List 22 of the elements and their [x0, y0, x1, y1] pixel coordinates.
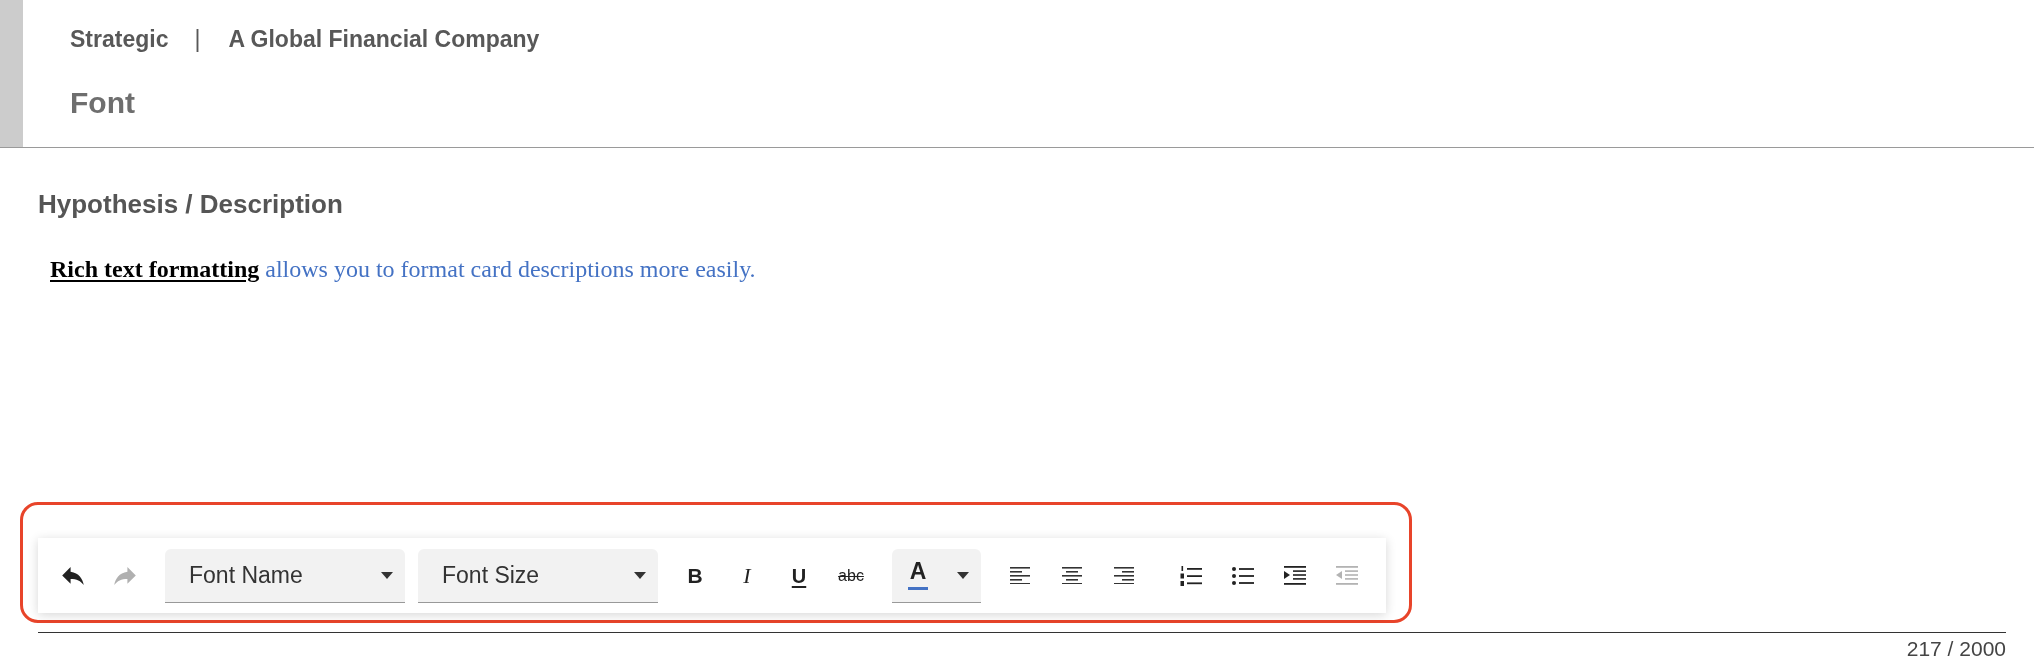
align-right-icon — [1114, 566, 1134, 585]
undo-icon — [62, 566, 84, 585]
caret-icon — [956, 571, 969, 579]
breadcrumb-separator: | — [194, 24, 201, 54]
character-counter: 217 / 2000 — [1906, 637, 2006, 661]
page-title: Font — [70, 86, 136, 120]
bulleted-list-icon — [1232, 566, 1254, 585]
caret-icon — [634, 571, 646, 579]
description-text: Rich text formatting allows you to format card descriptions more easily. — [50, 255, 756, 283]
align-left-icon — [1010, 566, 1030, 585]
caret-icon — [381, 571, 393, 579]
outdent-icon — [1336, 566, 1358, 585]
numbered-list-icon — [1180, 565, 1202, 586]
align-center-icon — [1062, 566, 1082, 585]
redo-icon — [114, 566, 136, 585]
breadcrumb-link[interactable]: Strategic — [70, 21, 169, 57]
toolbar-dropdown[interactable]: Font Name — [165, 548, 405, 603]
breadcrumb-link[interactable]: A Global Financial Company — [228, 21, 540, 57]
font-color-button[interactable]: A — [892, 548, 944, 602]
toolbar-dropdown[interactable]: Font Size — [418, 548, 658, 603]
indent-icon — [1284, 566, 1306, 585]
section-heading: Hypothesis / Description — [38, 189, 343, 219]
